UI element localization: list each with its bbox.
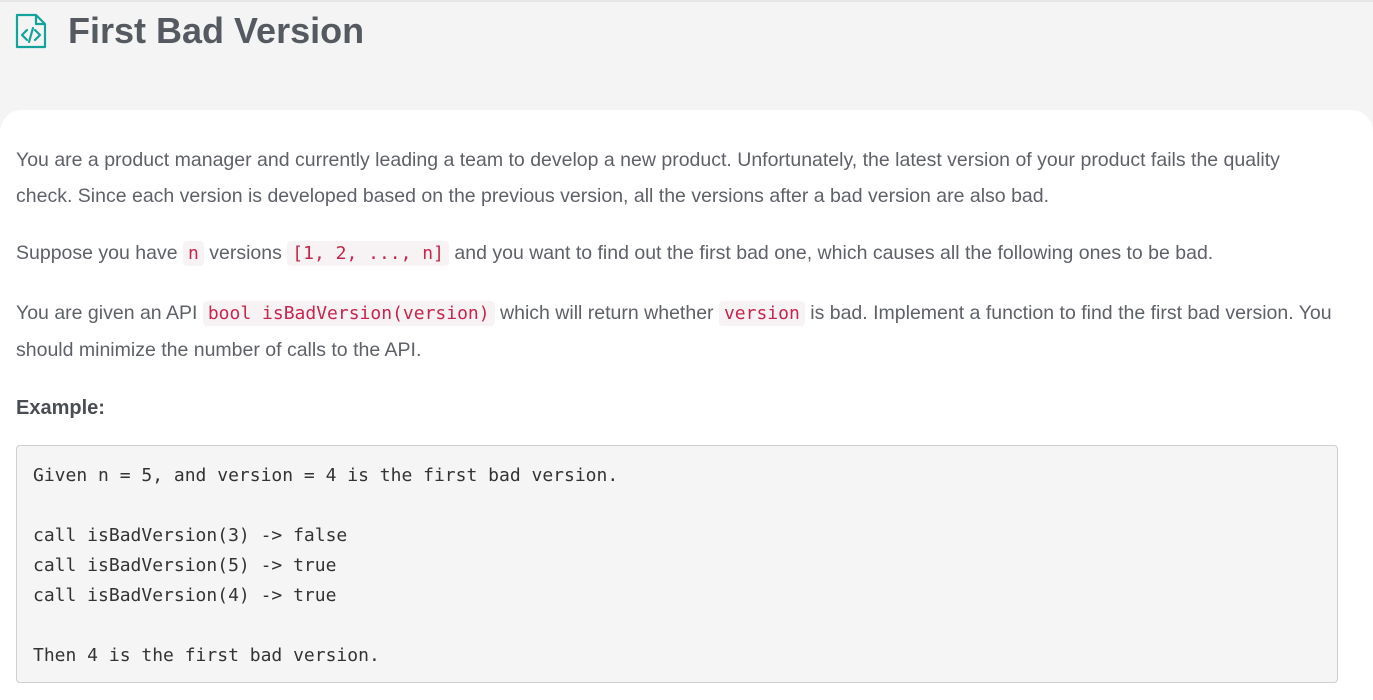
text-segment: versions — [203, 242, 288, 264]
example-code-block: Given n = 5, and version = 4 is the firs… — [16, 445, 1338, 683]
code-line: Then 4 is the first bad version. — [33, 645, 380, 666]
example-heading: Example: — [16, 397, 105, 419]
description-paragraph-3: You are given an API bool isBadVersion(v… — [16, 295, 1341, 368]
inline-code-n: n — [182, 241, 204, 266]
text-segment: and you want to find out the first bad o… — [448, 242, 1214, 264]
problem-header: First Bad Version — [0, 2, 1373, 110]
inline-code-range: [1, 2, ..., n] — [287, 241, 449, 266]
code-file-icon — [15, 13, 47, 49]
code-line: call isBadVersion(3) -> false — [33, 525, 348, 546]
text-segment: You are given an API — [16, 302, 203, 324]
code-line: call isBadVersion(4) -> true — [33, 585, 337, 606]
description-paragraph-1: You are a product manager and currently … — [16, 149, 1280, 207]
inline-code-api: bool isBadVersion(version) — [202, 301, 495, 326]
code-line: call isBadVersion(5) -> true — [33, 555, 337, 576]
page-title: First Bad Version — [68, 10, 365, 51]
text-segment: which will return whether — [494, 302, 719, 324]
description-paragraph-2: Suppose you have n versions [1, 2, ..., … — [16, 235, 1341, 272]
code-line: Given n = 5, and version = 4 is the firs… — [33, 465, 619, 486]
inline-code-version: version — [718, 301, 805, 326]
text-segment: Suppose you have — [16, 242, 183, 264]
